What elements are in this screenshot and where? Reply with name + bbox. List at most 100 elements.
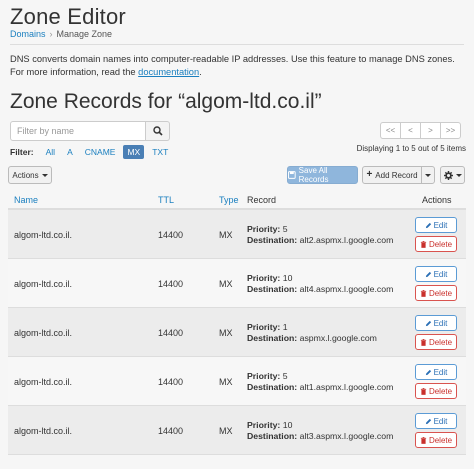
record-name: algom-ltd.co.il.	[14, 279, 73, 289]
record-details: Priority: 10 Destination: alt4.aspmx.l.go…	[247, 273, 393, 295]
destination-label: Destination:	[247, 284, 298, 294]
table-row: algom-ltd.co.il. 14400 MX Priority: 10 Desti…	[8, 259, 466, 308]
documentation-link[interactable]: documentation	[138, 67, 199, 77]
filter-name-input[interactable]	[10, 121, 146, 141]
zone-records-table: Name TTL Type Record Actions algom-ltd.c…	[8, 192, 466, 455]
record-ttl: 14400	[158, 328, 184, 338]
record-destination-line: Destination: alt2.aspmx.l.google.com	[247, 235, 393, 246]
record-type: MX	[219, 328, 233, 338]
edit-record-button[interactable]: Edit	[415, 315, 457, 331]
trash-icon	[420, 436, 427, 444]
record-destination: aspmx.l.google.com	[299, 333, 377, 343]
trash-icon	[420, 289, 427, 297]
delete-label: Delete	[428, 386, 453, 396]
delete-label: Delete	[428, 239, 453, 249]
description-text: DNS converts domain names into computer-…	[10, 54, 455, 77]
edit-record-button[interactable]: Edit	[415, 266, 457, 282]
save-all-label: Save All Records	[298, 166, 329, 184]
pager-last-button[interactable]: >>	[440, 122, 461, 139]
column-header-record: Record	[247, 195, 277, 205]
pencil-icon	[425, 320, 431, 326]
table-row: algom-ltd.co.il. 14400 MX Priority: 10 Desti…	[8, 406, 466, 455]
filter-cname[interactable]: CNAME	[81, 145, 120, 159]
floppy-disk-icon	[288, 171, 296, 179]
breadcrumb-domains-link[interactable]: Domains	[10, 29, 46, 39]
search-button[interactable]	[146, 121, 170, 141]
record-destination: alt1.aspmx.l.google.com	[299, 382, 394, 392]
description-suffix: .	[199, 67, 202, 77]
caret-down-icon	[425, 173, 431, 177]
record-details: Priority: 10 Destination: alt3.aspmx.l.go…	[247, 420, 393, 442]
edit-label: Edit	[433, 367, 448, 377]
actions-label: Actions	[12, 170, 39, 180]
table-header: Name TTL Type Record Actions	[8, 192, 466, 210]
filter-a[interactable]: A	[63, 145, 77, 159]
record-priority: 10	[282, 273, 293, 283]
filter-search-group	[10, 121, 170, 141]
header-divider	[10, 44, 464, 45]
record-priority: 5	[282, 224, 288, 234]
record-destination-line: Destination: alt3.aspmx.l.google.com	[247, 431, 393, 442]
edit-record-button[interactable]: Edit	[415, 364, 457, 380]
add-record-label: Add Record	[375, 170, 418, 180]
column-header-actions: Actions	[422, 195, 452, 205]
record-type: MX	[219, 279, 233, 289]
table-row: algom-ltd.co.il. 14400 MX Priority: 5 Destin…	[8, 357, 466, 406]
page-title: Zone Editor	[10, 4, 126, 29]
priority-label: Priority:	[247, 273, 281, 283]
record-priority-line: Priority: 5	[247, 224, 393, 235]
add-record-options-toggle[interactable]	[421, 166, 435, 184]
delete-record-button[interactable]: Delete	[415, 236, 457, 252]
delete-record-button[interactable]: Delete	[415, 334, 457, 350]
edit-record-button[interactable]: Edit	[415, 217, 457, 233]
delete-record-button[interactable]: Delete	[415, 285, 457, 301]
record-destination-line: Destination: alt1.aspmx.l.google.com	[247, 382, 393, 393]
pager-first-button[interactable]: <<	[380, 122, 401, 139]
record-name: algom-ltd.co.il.	[14, 230, 73, 240]
filter-mx[interactable]: MX	[123, 145, 145, 159]
record-name: algom-ltd.co.il.	[14, 426, 73, 436]
filter-txt[interactable]: TXT	[148, 145, 172, 159]
record-type: MX	[219, 377, 233, 387]
priority-label: Priority:	[247, 420, 281, 430]
record-destination: alt4.aspmx.l.google.com	[299, 284, 394, 294]
pager-next-button[interactable]: >	[420, 122, 441, 139]
record-name: algom-ltd.co.il.	[14, 328, 73, 338]
delete-record-button[interactable]: Delete	[415, 383, 457, 399]
record-priority-line: Priority: 10	[247, 273, 393, 284]
record-priority: 5	[282, 371, 288, 381]
record-destination: alt2.aspmx.l.google.com	[299, 235, 394, 245]
settings-dropdown-button[interactable]	[440, 166, 465, 184]
caret-down-icon	[41, 173, 48, 177]
gear-icon	[443, 170, 453, 180]
table-row: algom-ltd.co.il. 14400 MX Priority: 1 Destin…	[8, 308, 466, 357]
delete-label: Delete	[428, 337, 453, 347]
record-ttl: 14400	[158, 279, 184, 289]
pencil-icon	[425, 222, 431, 228]
destination-label: Destination:	[247, 431, 298, 441]
record-priority-line: Priority: 10	[247, 420, 393, 431]
destination-label: Destination:	[247, 333, 298, 343]
column-header-type[interactable]: Type	[219, 195, 239, 205]
pencil-icon	[425, 369, 431, 375]
column-header-name[interactable]: Name	[14, 195, 38, 205]
edit-label: Edit	[433, 318, 448, 328]
type-filter-bar: Filter: All A CNAME MX TXT	[10, 145, 176, 159]
displaying-count: Displaying 1 to 5 out of 5 items	[356, 144, 466, 153]
add-record-button[interactable]: + Add Record	[362, 166, 422, 184]
record-type: MX	[219, 230, 233, 240]
search-icon	[152, 126, 163, 136]
destination-label: Destination:	[247, 235, 298, 245]
priority-label: Priority:	[247, 371, 281, 381]
breadcrumb-current: Manage Zone	[56, 29, 113, 39]
pager-prev-button[interactable]: <	[400, 122, 421, 139]
edit-record-button[interactable]: Edit	[415, 413, 457, 429]
column-header-ttl[interactable]: TTL	[158, 195, 174, 205]
record-type: MX	[219, 426, 233, 436]
filter-all[interactable]: All	[42, 145, 59, 159]
delete-record-button[interactable]: Delete	[415, 432, 457, 448]
save-all-records-button[interactable]: Save All Records	[287, 166, 358, 184]
record-priority: 10	[282, 420, 293, 430]
filter-label: Filter:	[10, 147, 34, 157]
actions-dropdown-button[interactable]: Actions	[8, 166, 52, 184]
